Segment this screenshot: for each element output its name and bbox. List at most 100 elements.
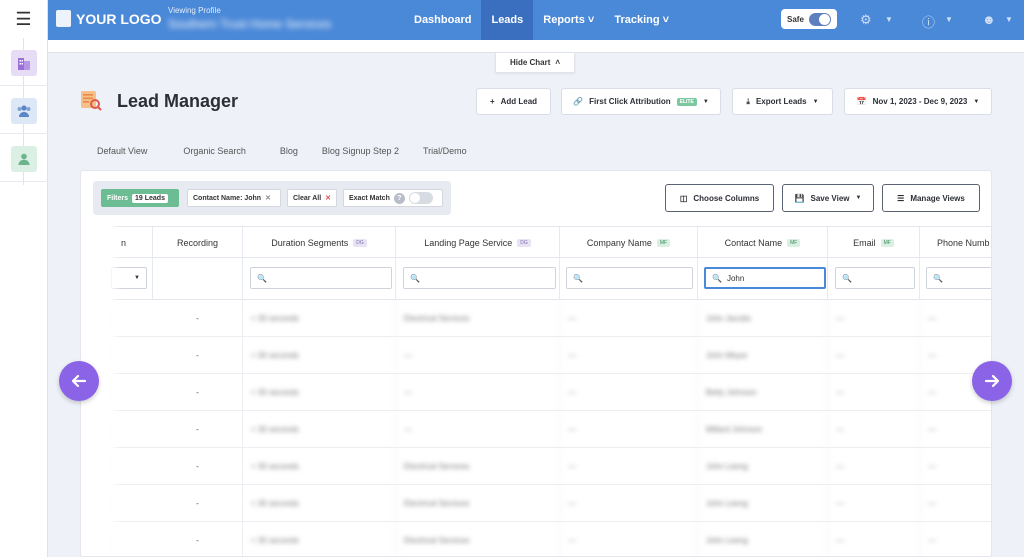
phone-filter-input[interactable]: 🔍 bbox=[926, 267, 991, 289]
clear-all-label: Clear All bbox=[293, 194, 322, 202]
rail-item-contact[interactable] bbox=[0, 136, 48, 182]
plus-icon: + bbox=[489, 97, 495, 106]
nav-reports[interactable]: Reports ˅ bbox=[533, 0, 604, 40]
table-row[interactable]: - < 30 seconds Electrical Services — Joh… bbox=[81, 448, 991, 485]
help-icon[interactable]: ⓘ bbox=[922, 12, 935, 31]
recording-cell: - bbox=[153, 522, 243, 556]
duration-cell: < 30 seconds bbox=[243, 374, 396, 411]
help-icon[interactable]: ? bbox=[393, 192, 405, 204]
logo[interactable]: YOUR LOGO bbox=[56, 10, 162, 27]
email-filter-input[interactable]: 🔍 bbox=[835, 267, 915, 289]
nav-leads[interactable]: Leads bbox=[481, 0, 534, 40]
email-cell: — bbox=[828, 448, 920, 485]
logo-text: YOUR LOGO bbox=[76, 10, 162, 27]
landing-cell: Electrical Services bbox=[396, 522, 560, 556]
phone-cell: — bbox=[928, 499, 936, 508]
table-row[interactable]: - < 30 seconds Electrical Services — Joh… bbox=[81, 522, 991, 556]
clear-all-button[interactable]: Clear All ✕ bbox=[287, 189, 337, 207]
filter-cell: 🔍 bbox=[560, 258, 698, 300]
tab-trial-demo[interactable]: Trial/Demo bbox=[411, 146, 479, 156]
landing-filter-input[interactable]: 🔍 bbox=[403, 267, 556, 289]
rail-item-building[interactable] bbox=[0, 40, 48, 86]
column-header-phone-number[interactable]: Phone Numb bbox=[920, 227, 991, 259]
column-header-contact-name[interactable]: Contact Name MF bbox=[698, 227, 828, 259]
arrow-left-icon bbox=[71, 374, 87, 388]
first-click-attribution-button[interactable]: 🔗 First Click Attribution ELITE ▼ bbox=[561, 88, 721, 115]
next-arrow-button[interactable] bbox=[972, 361, 1012, 401]
export-leads-button[interactable]: ⤓ Export Leads ▼ bbox=[732, 88, 833, 115]
duration-cell: < 30 seconds bbox=[243, 485, 396, 522]
chevron-up-icon: ˄ bbox=[555, 58, 561, 67]
chart-band bbox=[48, 40, 1024, 53]
filter-cell: 🔍 bbox=[396, 258, 560, 300]
manage-views-button[interactable]: ☰ Manage Views bbox=[882, 184, 980, 212]
company-cell: — bbox=[560, 485, 698, 522]
contact-name-filter-chip[interactable]: Contact Name: John ✕ bbox=[187, 189, 281, 207]
column-header-duration-segments[interactable]: Duration Segments DG bbox=[243, 227, 396, 259]
duration-cell: < 30 seconds bbox=[243, 300, 396, 337]
exact-match-toggle[interactable]: Exact Match ? bbox=[343, 189, 443, 207]
exact-match-label: Exact Match bbox=[349, 194, 390, 202]
add-lead-button[interactable]: + Add Lead bbox=[476, 88, 551, 115]
manage-views-label: Manage Views bbox=[910, 193, 965, 203]
safe-toggle[interactable]: Safe bbox=[781, 9, 837, 29]
recording-cell: - bbox=[153, 485, 243, 522]
table-header: n Recording Duration Segments DG Landing … bbox=[81, 226, 991, 259]
landing-cell: — bbox=[396, 411, 560, 448]
email-cell: — bbox=[828, 411, 920, 448]
tab-blog-signup-step-2[interactable]: Blog Signup Step 2 bbox=[310, 146, 411, 156]
column-header-label: Landing Page Service bbox=[424, 238, 513, 248]
chevron-down-icon[interactable]: ▼ bbox=[945, 15, 953, 24]
safe-label: Safe bbox=[787, 14, 804, 24]
date-range-picker[interactable]: 📅 Nov 1, 2023 - Dec 9, 2023 ▼ bbox=[844, 88, 992, 115]
contact-filter-input[interactable]: 🔍 John bbox=[704, 267, 826, 289]
choose-columns-button[interactable]: ◫ Choose Columns bbox=[665, 184, 774, 212]
search-icon: 🔍 bbox=[712, 273, 722, 283]
save-view-button[interactable]: 💾 Save View ▼ bbox=[782, 184, 874, 212]
chevron-down-icon: ˅ bbox=[587, 14, 595, 26]
contact-cell: Betty Johnson bbox=[698, 374, 828, 411]
column-header-company-name[interactable]: Company Name MF bbox=[560, 227, 698, 259]
filter-cell bbox=[153, 258, 243, 300]
tab-organic-search[interactable]: Organic Search bbox=[159, 146, 258, 156]
filter-cell: 🔍 bbox=[243, 258, 396, 300]
chevron-down-icon: ▼ bbox=[702, 98, 709, 105]
contact-icon bbox=[11, 145, 37, 172]
user-account-icon[interactable]: ☻ bbox=[982, 12, 996, 27]
tab-blog[interactable]: Blog bbox=[258, 146, 310, 156]
download-icon: ⤓ bbox=[746, 96, 750, 106]
rail-item-team[interactable] bbox=[0, 88, 48, 134]
duration-filter-input[interactable]: 🔍 bbox=[250, 267, 392, 289]
chevron-down-icon[interactable]: ▼ bbox=[1005, 15, 1013, 24]
contact-cell: John Jacobs bbox=[698, 300, 828, 337]
company-filter-input[interactable]: 🔍 bbox=[566, 267, 693, 289]
duration-cell: < 30 seconds bbox=[243, 522, 396, 556]
table-row[interactable]: - < 30 seconds Electrical Services — Joh… bbox=[81, 485, 991, 522]
column-header-email[interactable]: Email MF bbox=[828, 227, 920, 259]
gear-icon[interactable]: ⚙ bbox=[860, 12, 872, 28]
close-icon[interactable]: ✕ bbox=[265, 194, 271, 202]
chevron-down-icon[interactable]: ▼ bbox=[885, 15, 893, 24]
tab-default-view[interactable]: Default View bbox=[85, 146, 159, 156]
contact-chip-label: Contact Name: John bbox=[193, 194, 262, 202]
table-row[interactable]: - < 30 seconds — — Betty Johnson — — bbox=[81, 374, 991, 411]
nav-tracking[interactable]: Tracking ˅ bbox=[604, 0, 679, 40]
email-cell: — bbox=[828, 522, 920, 556]
email-cell: — bbox=[828, 485, 920, 522]
contact-cell: John Leeng bbox=[698, 522, 828, 556]
column-header-landing-page-service[interactable]: Landing Page Service DG bbox=[396, 227, 560, 259]
table-row[interactable]: - < 30 seconds — — John Meyer — — bbox=[81, 337, 991, 374]
toggle-switch[interactable] bbox=[408, 192, 433, 204]
calendar-icon: 📅 bbox=[856, 97, 867, 106]
menu-icon[interactable]: ☰ bbox=[0, 0, 47, 38]
filters-button[interactable]: Filters 19 Leads bbox=[101, 189, 179, 207]
nav-dashboard[interactable]: Dashboard bbox=[404, 0, 481, 40]
table-row[interactable]: - < 30 seconds — — Millard Johnson — — bbox=[81, 411, 991, 448]
column-header-recording[interactable]: Recording bbox=[153, 227, 243, 259]
profile-name: Southern Trust Home Services bbox=[168, 17, 332, 31]
table-row[interactable]: - < 30 seconds Electrical Services — Joh… bbox=[81, 300, 991, 337]
prev-arrow-button[interactable] bbox=[59, 361, 99, 401]
hide-chart-button[interactable]: Hide Chart ˄ bbox=[495, 53, 575, 73]
profile-selector[interactable]: Viewing Profile Southern Trust Home Serv… bbox=[168, 6, 331, 31]
email-cell: — bbox=[828, 374, 920, 411]
